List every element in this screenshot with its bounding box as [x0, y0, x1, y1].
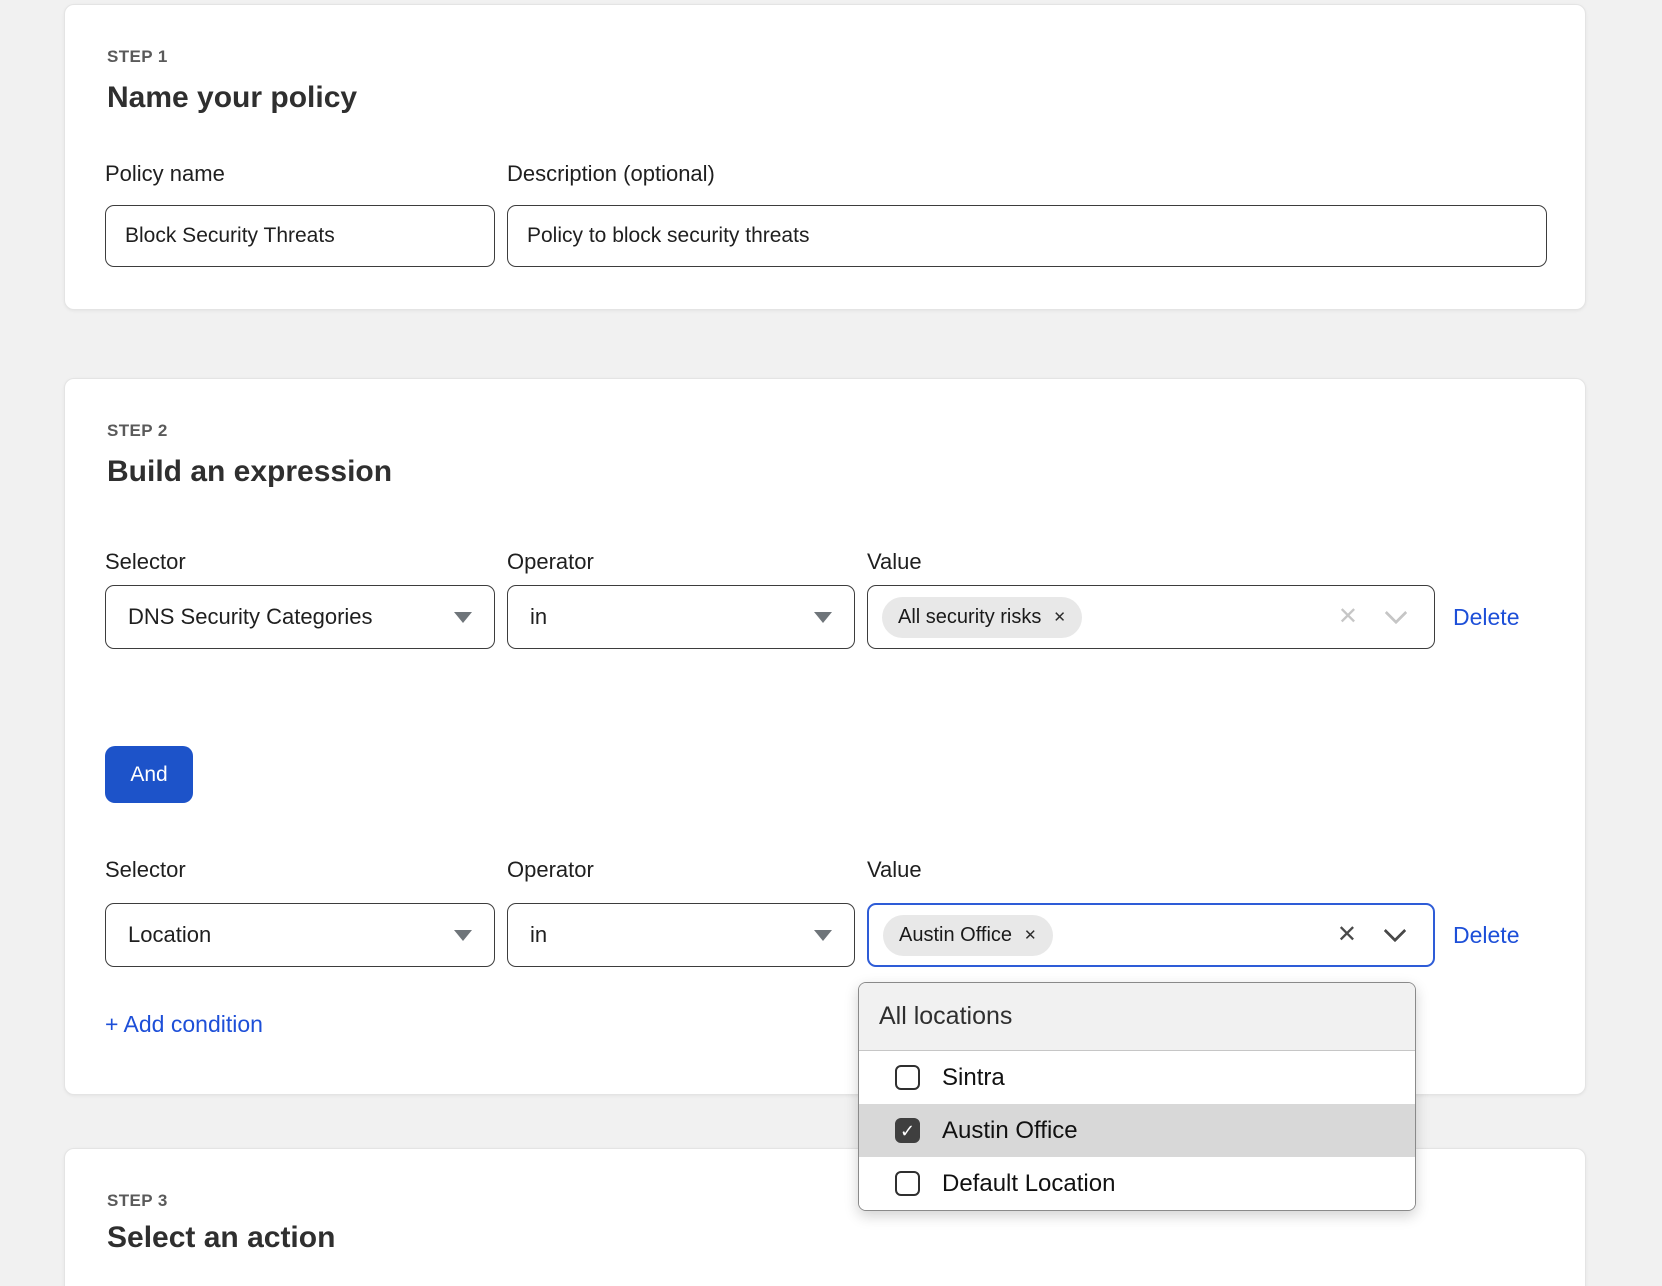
location-dropdown: All locations Sintra Austin Office Defau… — [858, 982, 1416, 1211]
clear-icon[interactable]: ✕ — [1337, 923, 1357, 947]
step3-title: Select an action — [107, 1221, 335, 1255]
dropdown-option-label: Sintra — [942, 1064, 1005, 1092]
value-tag-label: All security risks — [898, 606, 1041, 629]
dropdown-arrow-icon — [454, 612, 472, 623]
value-multiselect-focused[interactable]: Austin Office ✕ ✕ — [867, 903, 1435, 967]
operator-select[interactable]: in — [507, 585, 855, 649]
dropdown-arrow-icon — [814, 612, 832, 623]
dropdown-arrow-icon — [454, 930, 472, 941]
value-tag: Austin Office ✕ — [883, 915, 1053, 956]
dropdown-arrow-icon — [814, 930, 832, 941]
step1-card: STEP 1 Name your policy Policy name Desc… — [64, 4, 1586, 310]
checkbox-checked[interactable] — [895, 1118, 920, 1143]
selector-column-label: Selector — [105, 549, 495, 575]
dropdown-option-sintra[interactable]: Sintra — [859, 1051, 1415, 1104]
selector-column-label: Selector — [105, 857, 495, 883]
policy-name-input[interactable] — [105, 205, 495, 267]
step3-label: STEP 3 — [107, 1191, 168, 1211]
operator-select-value: in — [530, 604, 547, 630]
description-label: Description (optional) — [507, 161, 715, 187]
dropdown-header-all-locations[interactable]: All locations — [859, 983, 1415, 1051]
clear-icon[interactable]: ✕ — [1338, 605, 1358, 629]
step2-title: Build an expression — [107, 455, 392, 489]
dropdown-option-label: Default Location — [942, 1170, 1115, 1198]
dropdown-option-default-location[interactable]: Default Location — [859, 1157, 1415, 1210]
dropdown-option-austin-office[interactable]: Austin Office — [859, 1104, 1415, 1157]
chevron-down-icon[interactable] — [1385, 602, 1408, 625]
chevron-down-icon[interactable] — [1384, 920, 1407, 943]
selector-select[interactable]: Location — [105, 903, 495, 967]
value-multiselect[interactable]: All security risks ✕ ✕ — [867, 585, 1435, 649]
selector-select[interactable]: DNS Security Categories — [105, 585, 495, 649]
tag-remove-icon[interactable]: ✕ — [1024, 926, 1037, 944]
operator-column-label: Operator — [507, 857, 855, 883]
value-tag: All security risks ✕ — [882, 597, 1082, 638]
operator-column-label: Operator — [507, 549, 855, 575]
operator-select[interactable]: in — [507, 903, 855, 967]
policy-builder-page: STEP 1 Name your policy Policy name Desc… — [0, 0, 1662, 1286]
selector-select-value: Location — [128, 922, 211, 948]
step1-title: Name your policy — [107, 81, 357, 115]
value-column-label: Value — [867, 857, 1435, 883]
value-column-label: Value — [867, 549, 1435, 575]
selector-select-value: DNS Security Categories — [128, 604, 373, 630]
delete-condition-button[interactable]: Delete — [1453, 903, 1519, 967]
tag-remove-icon[interactable]: ✕ — [1053, 608, 1066, 626]
dropdown-option-label: Austin Office — [942, 1117, 1078, 1145]
operator-select-value: in — [530, 922, 547, 948]
step2-label: STEP 2 — [107, 421, 168, 441]
delete-condition-button[interactable]: Delete — [1453, 585, 1519, 649]
description-input[interactable] — [507, 205, 1547, 267]
step1-label: STEP 1 — [107, 47, 168, 67]
policy-name-label: Policy name — [105, 161, 225, 187]
and-button[interactable]: And — [105, 746, 193, 803]
value-tag-label: Austin Office — [899, 924, 1012, 947]
add-condition-link[interactable]: + Add condition — [105, 1011, 263, 1038]
checkbox-unchecked[interactable] — [895, 1171, 920, 1196]
checkbox-unchecked[interactable] — [895, 1065, 920, 1090]
